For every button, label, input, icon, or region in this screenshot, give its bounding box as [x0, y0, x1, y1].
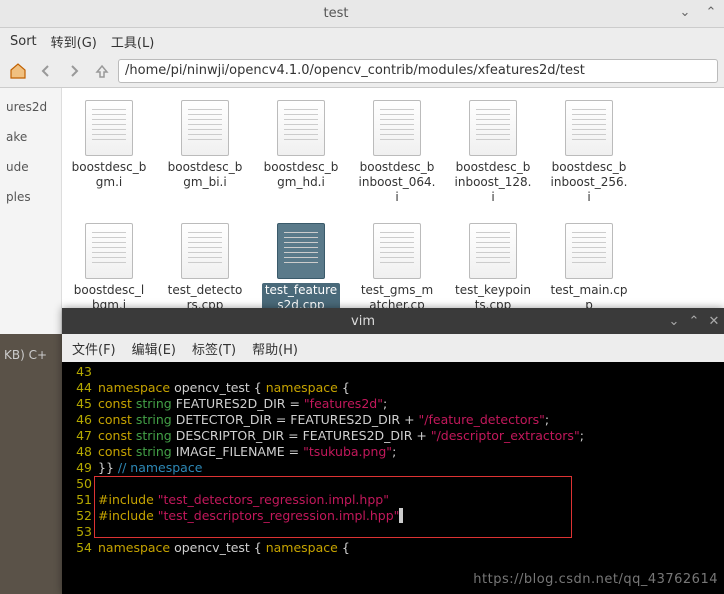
file-icon	[277, 100, 325, 156]
fm-title: test	[0, 6, 672, 21]
fm-toolbar: /home/pi/ninwji/opencv4.1.0/opencv_contr…	[0, 54, 724, 88]
file-item[interactable]: test_detectors.cpp	[166, 223, 244, 313]
file-item[interactable]: boostdesc_bgm.i	[70, 100, 148, 205]
vim-title-text: vim	[62, 314, 664, 329]
back-button[interactable]	[34, 59, 58, 83]
file-item[interactable]: boostdesc_lbgm.i	[70, 223, 148, 313]
sidebar: ures2d ake ude ples	[0, 88, 62, 334]
vim-menu-help[interactable]: 帮助(H)	[252, 339, 298, 358]
file-item[interactable]: boostdesc_binboost_064.i	[358, 100, 436, 205]
vim-menubar: 文件(F) 编辑(E) 标签(T) 帮助(H)	[62, 334, 724, 362]
file-icon	[277, 223, 325, 279]
menu-sort[interactable]: Sort	[10, 34, 37, 49]
file-icon	[85, 223, 133, 279]
file-icon	[181, 100, 229, 156]
file-item[interactable]: test_features2d.cpp	[262, 223, 340, 313]
file-label: boostdesc_bgm.i	[70, 160, 148, 190]
vim-menu-edit[interactable]: 编辑(E)	[132, 339, 176, 358]
file-label: boostdesc_bgm_bi.i	[166, 160, 244, 190]
vim-maximize-icon[interactable]: ⌃	[684, 314, 704, 329]
file-item[interactable]: boostdesc_binboost_128.i	[454, 100, 532, 205]
home-button[interactable]	[6, 59, 30, 83]
cursor	[399, 508, 403, 523]
maximize-icon[interactable]: ⌃	[702, 5, 720, 23]
desktop-strip: KB) C+	[0, 334, 62, 594]
address-bar[interactable]: /home/pi/ninwji/opencv4.1.0/opencv_contr…	[118, 59, 718, 83]
sidebar-item[interactable]: ures2d	[0, 92, 61, 122]
sidebar-item[interactable]: ake	[0, 122, 61, 152]
fm-menubar: Sort 转到(G) 工具(L)	[0, 28, 724, 54]
file-label: boostdesc_binboost_128.i	[454, 160, 532, 205]
address-path: /home/pi/ninwji/opencv4.1.0/opencv_contr…	[125, 63, 585, 78]
menu-tools[interactable]: 工具(L)	[111, 32, 154, 51]
forward-button[interactable]	[62, 59, 86, 83]
file-item[interactable]: boostdesc_bgm_hd.i	[262, 100, 340, 205]
file-icon	[565, 223, 613, 279]
status-fragment: KB) C+	[0, 334, 62, 376]
file-icon	[373, 100, 421, 156]
file-icon	[181, 223, 229, 279]
vim-menu-file[interactable]: 文件(F)	[72, 339, 116, 358]
file-icon	[85, 100, 133, 156]
up-button[interactable]	[90, 59, 114, 83]
file-icon	[565, 100, 613, 156]
minimize-icon[interactable]: ⌄	[676, 5, 694, 23]
files-area: boostdesc_bgm.iboostdesc_bgm_bi.iboostde…	[62, 88, 724, 334]
vim-minimize-icon[interactable]: ⌄	[664, 314, 684, 329]
watermark: https://blog.csdn.net/qq_43762614	[473, 572, 718, 588]
file-item[interactable]: boostdesc_binboost_256.i	[550, 100, 628, 205]
file-label: boostdesc_bgm_hd.i	[262, 160, 340, 190]
vim-window: vim ⌄ ⌃ ✕ 文件(F) 编辑(E) 标签(T) 帮助(H) 43 44n…	[62, 308, 724, 594]
file-label: boostdesc_binboost_064.i	[358, 160, 436, 205]
vim-titlebar: vim ⌄ ⌃ ✕	[62, 308, 724, 334]
file-label: boostdesc_binboost_256.i	[550, 160, 628, 205]
file-item[interactable]: boostdesc_bgm_bi.i	[166, 100, 244, 205]
sidebar-item[interactable]: ude	[0, 152, 61, 182]
file-item[interactable]: test_gms_matcher.cp	[358, 223, 436, 313]
vim-menu-tags[interactable]: 标签(T)	[192, 339, 236, 358]
file-icon	[469, 223, 517, 279]
fm-titlebar: test ⌄ ⌃	[0, 0, 724, 28]
vim-close-icon[interactable]: ✕	[704, 314, 724, 329]
menu-goto[interactable]: 转到(G)	[51, 32, 97, 51]
sidebar-item[interactable]: ples	[0, 182, 61, 212]
file-icon	[469, 100, 517, 156]
vim-editor[interactable]: 43 44namespace opencv_test { namespace {…	[62, 362, 724, 594]
file-item[interactable]: test_keypoints.cpp	[454, 223, 532, 313]
file-icon	[373, 223, 421, 279]
file-item[interactable]: test_main.cpp	[550, 223, 628, 313]
